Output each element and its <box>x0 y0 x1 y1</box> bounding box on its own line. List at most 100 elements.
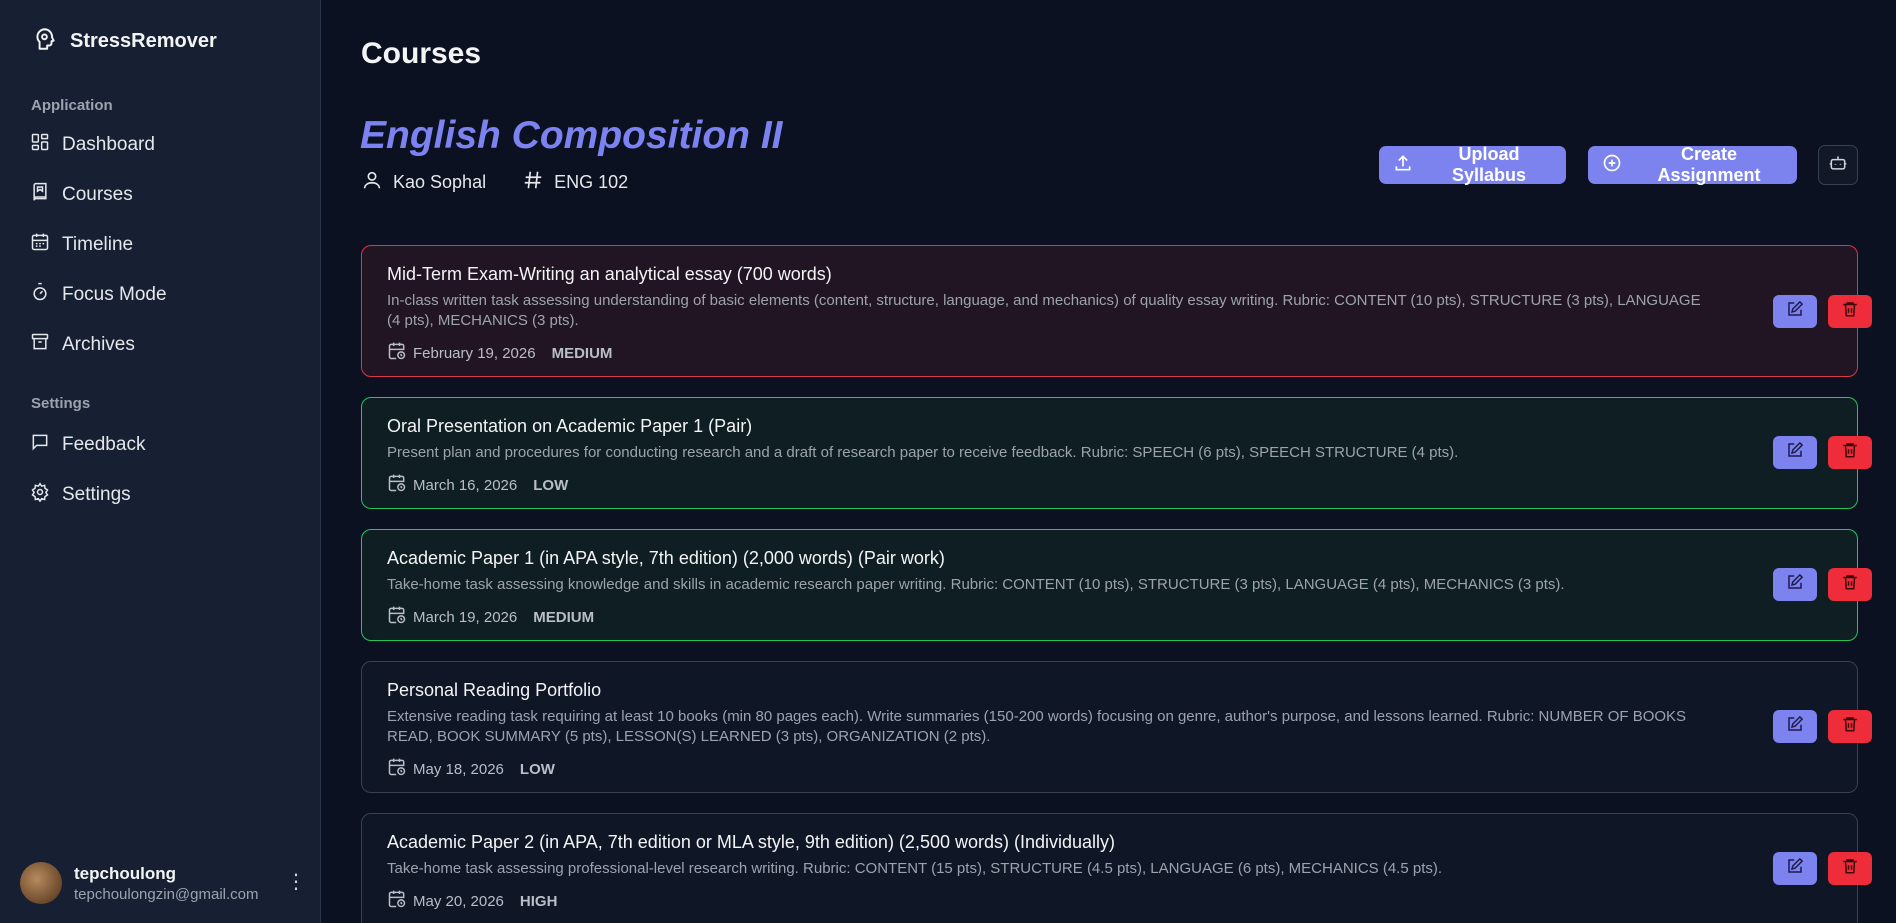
sidebar-item-courses[interactable]: Courses <box>30 181 133 209</box>
calendar-clock-icon <box>387 889 407 913</box>
edit-icon <box>1786 715 1804 738</box>
sidebar-item-settings[interactable]: Settings <box>30 481 131 509</box>
assignment-meta: May 20, 2026 HIGH <box>387 889 557 913</box>
assignment-title: Academic Paper 2 (in APA, 7th edition or… <box>387 832 1116 852</box>
sidebar-item-label: Timeline <box>62 234 134 255</box>
page-title: Courses <box>361 37 482 70</box>
edit-icon <box>1786 573 1804 596</box>
edit-button[interactable] <box>1773 568 1817 601</box>
sidebar-item-label: Feedback <box>62 434 146 455</box>
priority-badge: MEDIUM <box>551 344 613 362</box>
trash-icon <box>1841 715 1859 738</box>
priority-badge: LOW <box>533 476 569 494</box>
user-icon <box>361 169 383 196</box>
priority-badge: LOW <box>519 760 555 778</box>
assignment-meta: May 18, 2026 LOW <box>387 757 555 781</box>
assignment-card[interactable]: Academic Paper 2 (in APA, 7th edition or… <box>361 813 1872 923</box>
user-name: tepchoulong <box>74 863 176 883</box>
assignment-meta: February 19, 2026 MEDIUM <box>387 341 612 365</box>
assignment-meta: March 19, 2026 MEDIUM <box>387 605 594 629</box>
trash-icon <box>1841 857 1859 880</box>
assignment-title: Academic Paper 1 (in APA style, 7th edit… <box>387 548 945 568</box>
assignment-description: Take-home task assessing professional-le… <box>387 860 1443 877</box>
more-vertical-icon[interactable]: ⋮ <box>286 872 306 892</box>
trash-icon <box>1841 441 1859 464</box>
sidebar-item-label: Courses <box>62 184 133 205</box>
assignment-card[interactable]: Academic Paper 1 (in APA style, 7th edit… <box>361 529 1872 641</box>
assignment-title: Personal Reading Portfolio <box>387 680 602 700</box>
edit-icon <box>1786 857 1804 880</box>
archive-icon <box>30 332 50 358</box>
edit-icon <box>1786 441 1804 464</box>
plus-circle-icon <box>1602 153 1622 178</box>
calendar-clock-icon <box>387 341 407 365</box>
sidebar-item-label: Focus Mode <box>62 284 167 305</box>
assignment-card[interactable]: Oral Presentation on Academic Paper 1 (P… <box>361 397 1872 509</box>
assignment-description: Extensive reading task requiring at leas… <box>387 708 1687 745</box>
create-assignment-button[interactable]: Create Assignment <box>1588 144 1797 185</box>
message-icon <box>30 432 50 458</box>
calendar-clock-icon <box>387 605 407 629</box>
sidebar-item-feedback[interactable]: Feedback <box>30 431 145 459</box>
bot-icon <box>1828 153 1848 178</box>
hash-icon <box>522 169 544 196</box>
sidebar-item-dashboard[interactable]: Dashboard <box>30 131 155 159</box>
sidebar-item-label: Archives <box>62 334 135 355</box>
sidebar-item-timeline[interactable]: Timeline <box>30 231 133 259</box>
create-assignment-label: Create Assignment <box>1657 144 1761 185</box>
assignment-date: March 19, 2026 <box>413 608 518 626</box>
assignment-description: In-class written task assessing understa… <box>387 292 1701 329</box>
upload-icon <box>1393 153 1413 178</box>
section-label-application: Application <box>31 97 113 114</box>
assignment-title: Oral Presentation on Academic Paper 1 (P… <box>387 416 753 436</box>
assignment-date: March 16, 2026 <box>413 476 518 494</box>
assignment-card[interactable]: Mid-Term Exam-Writing an analytical essa… <box>361 245 1872 377</box>
delete-button[interactable] <box>1828 852 1872 885</box>
calendar-icon <box>30 232 50 258</box>
edit-button[interactable] <box>1773 436 1817 469</box>
delete-button[interactable] <box>1828 436 1872 469</box>
sidebar-item-archives[interactable]: Archives <box>30 331 135 359</box>
assignment-meta: March 16, 2026 LOW <box>387 473 568 497</box>
gear-icon <box>30 482 50 508</box>
app-name: StressRemover <box>70 30 217 52</box>
sidebar-item-label: Settings <box>62 484 131 505</box>
main-content: Courses English Composition II Kao Sopha… <box>322 0 1896 923</box>
delete-button[interactable] <box>1828 295 1872 328</box>
upload-syllabus-label: Upload Syllabus <box>1451 144 1527 185</box>
sidebar-item-focus-mode[interactable]: Focus Mode <box>30 281 167 309</box>
assignment-date: May 20, 2026 <box>413 892 504 910</box>
sidebar: StressRemover Application Dashboard Cour… <box>0 0 321 923</box>
edit-button[interactable] <box>1773 852 1817 885</box>
dashboard-icon <box>30 132 50 158</box>
calendar-clock-icon <box>387 757 407 781</box>
course-code: ENG 102 <box>554 172 629 192</box>
instructor-name: Kao Sophal <box>393 172 487 192</box>
delete-button[interactable] <box>1828 568 1872 601</box>
ai-assistant-button[interactable] <box>1818 145 1858 185</box>
calendar-clock-icon <box>387 473 407 497</box>
edit-icon <box>1786 300 1804 323</box>
trash-icon <box>1841 573 1859 596</box>
edit-button[interactable] <box>1773 710 1817 743</box>
delete-button[interactable] <box>1828 710 1872 743</box>
user-email: tepchoulongzin@gmail.com <box>74 885 259 903</box>
edit-button[interactable] <box>1773 295 1817 328</box>
assignment-date: May 18, 2026 <box>413 760 504 778</box>
course-name: English Composition II <box>360 114 783 157</box>
upload-syllabus-button[interactable]: Upload Syllabus <box>1379 144 1566 185</box>
assignment-description: Present plan and procedures for conducti… <box>387 444 1459 461</box>
user-profile[interactable]: tepchoulong tepchoulongzin@gmail.com ⋮ <box>20 862 306 904</box>
brand[interactable]: StressRemover <box>32 26 217 57</box>
assignment-date: February 19, 2026 <box>413 344 536 362</box>
sidebar-item-label: Dashboard <box>62 134 155 155</box>
avatar <box>20 862 62 904</box>
timer-icon <box>30 282 50 308</box>
assignment-card[interactable]: Personal Reading Portfolio Extensive rea… <box>361 661 1872 793</box>
assignment-description: Take-home task assessing knowledge and s… <box>387 576 1565 593</box>
priority-badge: MEDIUM <box>533 608 595 626</box>
trash-icon <box>1841 300 1859 323</box>
assignment-title: Mid-Term Exam-Writing an analytical essa… <box>387 264 832 284</box>
book-icon <box>30 182 50 208</box>
brain-head-icon <box>32 26 58 57</box>
